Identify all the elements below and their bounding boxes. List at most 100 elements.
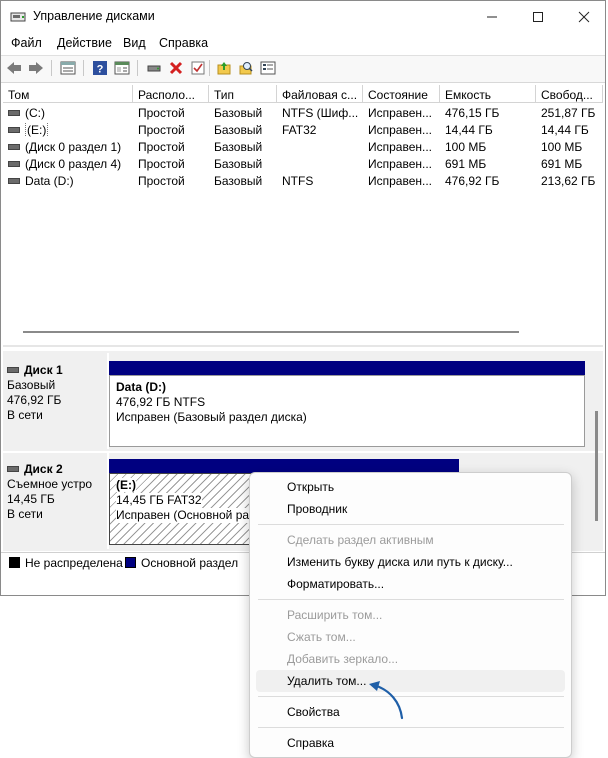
menu-item-help[interactable]: Справка [256,732,565,754]
search-button[interactable] [237,59,255,77]
properties-icon [260,61,276,75]
disk-size: 476,92 ГБ [7,393,62,407]
menu-bar: Файл Действие Вид Справка [1,33,605,55]
back-button[interactable] [5,59,23,77]
table-row[interactable]: (E:) Простой Базовый FAT32 Исправен... 1… [3,122,603,139]
volume-layout: Простой [138,140,185,154]
check-icon [191,61,205,75]
column-header-filesystem[interactable]: Файловая с... [277,85,363,103]
column-header-type[interactable]: Тип [209,85,277,103]
folder-up-icon [217,62,231,75]
drive-icon [8,126,20,133]
volume-status: Исправен... [368,123,433,137]
column-header-free[interactable]: Свобод... [536,85,603,103]
disk-status: В сети [7,507,43,521]
minimize-button[interactable] [469,1,515,33]
volume-capacity: 100 МБ [445,140,487,154]
disk-icon [7,366,19,373]
menu-item-extend-volume: Расширить том... [287,608,383,622]
drive-icon [8,160,20,167]
forward-button[interactable] [27,59,45,77]
volume-status: Исправен... [368,157,433,171]
volume-capacity: 476,15 ГБ [445,106,500,120]
connect-button[interactable] [145,59,163,77]
svg-text:?: ? [97,64,104,76]
table-row[interactable]: (Диск 0 раздел 4) Простой Базовый Исправ… [3,156,603,173]
volume-filesystem: NTFS (Шиф... [282,106,359,120]
maximize-button[interactable] [515,1,561,33]
search-icon [239,62,253,75]
menu-item-change-drive-letter[interactable]: Изменить букву диска или путь к диску... [256,551,565,573]
delete-button[interactable] [167,59,185,77]
column-header-volume[interactable]: Том [3,85,133,103]
volume-type: Базовый [214,123,263,137]
menu-item-format[interactable]: Форматировать... [256,573,565,595]
menu-item-open[interactable]: Открыть [256,476,565,498]
check-button[interactable] [189,59,207,77]
table-row[interactable]: Data (D:) Простой Базовый NTFS Исправен.… [3,173,603,190]
volume-list: Том Располо... Тип Файловая с... Состоян… [3,85,603,333]
partition-detail: 476,92 ГБ NTFS [116,395,206,409]
volume-type: Базовый [214,140,263,154]
volume-type: Базовый [214,157,263,171]
disk-status: В сети [7,408,43,422]
volume-name: Data (D:) [25,174,74,188]
volume-name: (E:) [25,123,49,137]
volume-type: Базовый [214,174,263,188]
pointer-arrow-annotation [369,681,404,720]
menu-item-explorer[interactable]: Проводник [256,498,565,520]
primary-partition-bar [109,361,585,375]
volume-capacity: 14,44 ГБ [445,123,493,137]
properties-button[interactable] [259,59,277,77]
console-button[interactable] [113,59,131,77]
legend-unallocated-label: Не распределена [25,556,123,570]
menu-file[interactable]: Файл [11,36,42,50]
folder-up-button[interactable] [215,59,233,77]
volume-type: Базовый [214,106,263,120]
disk-management-app-icon [10,12,26,22]
primary-partition-bar [109,459,459,473]
volume-free: 14,44 ГБ [541,123,589,137]
disk-type: Съемное устро [7,477,93,491]
column-header-layout[interactable]: Располо... [133,85,209,103]
disk-list-button[interactable] [59,59,77,77]
volume-status: Исправен... [368,106,433,120]
forward-icon [29,62,43,74]
close-button[interactable] [561,1,607,33]
column-header-capacity[interactable]: Емкость [440,85,536,103]
connect-icon [147,65,161,72]
partition-status: Исправен (Базовый раздел диска) [116,410,307,424]
volume-status: Исправен... [368,174,433,188]
menu-item-add-mirror: Добавить зеркало... [287,652,399,666]
disk-2-label[interactable]: Диск 2 Съемное устро 14,45 ГБ В сети [7,462,109,522]
horizontal-scrollbar[interactable] [23,331,519,333]
disk-1-label[interactable]: Диск 1 Базовый 476,92 ГБ В сети [7,363,109,423]
table-row[interactable]: (Диск 0 раздел 1) Простой Базовый Исправ… [3,139,603,156]
minimize-icon [487,16,497,18]
delete-icon [169,61,183,75]
partition-data-d[interactable]: Data (D:) 476,92 ГБ NTFS Исправен (Базов… [109,375,585,447]
menu-item-shrink-volume: Сжать том... [287,630,356,644]
volume-status: Исправен... [368,140,433,154]
disk-type: Базовый [7,378,56,392]
volume-capacity: 476,92 ГБ [445,174,500,188]
toolbar: ? [1,55,605,83]
volume-name: (C:) [25,106,45,120]
disk-list-icon [60,61,76,75]
help-button[interactable]: ? [91,59,109,77]
column-header-status[interactable]: Состояние [363,85,440,103]
legend-primary-label: Основной раздел [141,556,239,570]
menu-action[interactable]: Действие [57,36,112,50]
back-icon [7,62,21,74]
volume-free: 100 МБ [541,140,583,154]
table-row[interactable]: (C:) Простой Базовый NTFS (Шиф... Исправ… [3,105,603,122]
menu-view[interactable]: Вид [123,36,146,50]
vertical-scrollbar[interactable] [595,411,598,521]
menu-item-mark-active: Сделать раздел активным [287,533,434,547]
pane-splitter[interactable] [3,345,603,347]
volume-free: 213,62 ГБ [541,174,596,188]
legend-primary-swatch [125,557,136,568]
console-icon [114,61,130,75]
menu-help[interactable]: Справка [159,36,208,50]
disk-icon [7,465,19,472]
